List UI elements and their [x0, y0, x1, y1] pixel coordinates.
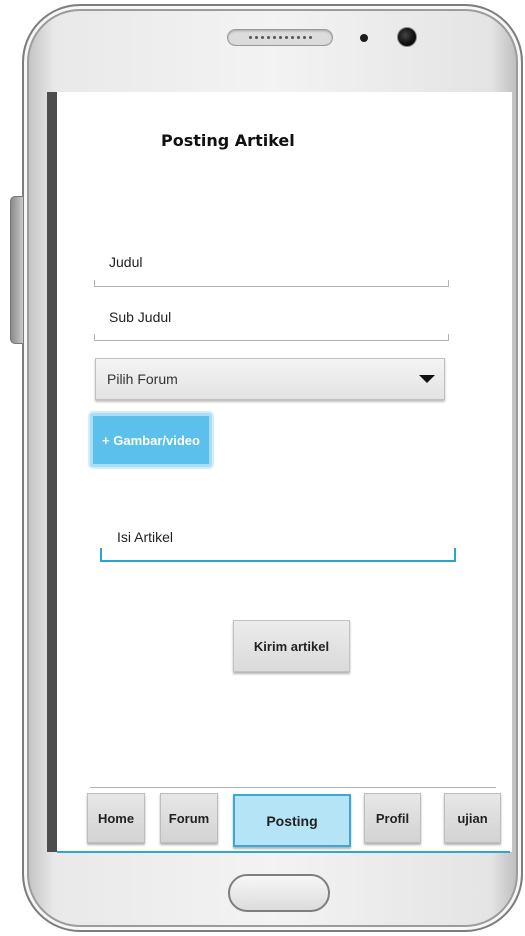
- nav-profil-button[interactable]: Profil: [364, 793, 421, 843]
- nav-ujian-button[interactable]: ujian: [444, 793, 501, 843]
- article-input[interactable]: [100, 548, 456, 562]
- add-media-button[interactable]: + Gambar/video: [90, 413, 212, 467]
- subtitle-input[interactable]: Sub Judul: [94, 309, 449, 341]
- phone-screen: [47, 92, 512, 852]
- nav-posting-button[interactable]: Posting: [233, 794, 351, 847]
- title-input[interactable]: Judul: [94, 254, 449, 287]
- subtitle-input-label: Sub Judul: [109, 309, 172, 325]
- forum-select-value: Pilih Forum: [107, 371, 178, 387]
- page-title: Posting Artikel: [161, 131, 295, 150]
- hardware-home-button[interactable]: [228, 874, 330, 912]
- forum-select[interactable]: Pilih Forum: [95, 358, 445, 400]
- caret-down-icon: [410, 359, 444, 399]
- speaker-grille: [227, 29, 333, 46]
- proximity-sensor: [360, 34, 368, 42]
- article-input-label: Isi Artikel: [117, 529, 174, 545]
- nav-home-button[interactable]: Home: [87, 793, 145, 843]
- title-input-label: Judul: [109, 254, 143, 270]
- nav-forum-button[interactable]: Forum: [160, 793, 218, 843]
- submit-article-button[interactable]: Kirim artikel: [233, 620, 350, 672]
- nav-divider: [90, 787, 496, 788]
- nav-baseline: [57, 851, 510, 853]
- side-button: [10, 196, 23, 344]
- front-camera: [397, 27, 417, 47]
